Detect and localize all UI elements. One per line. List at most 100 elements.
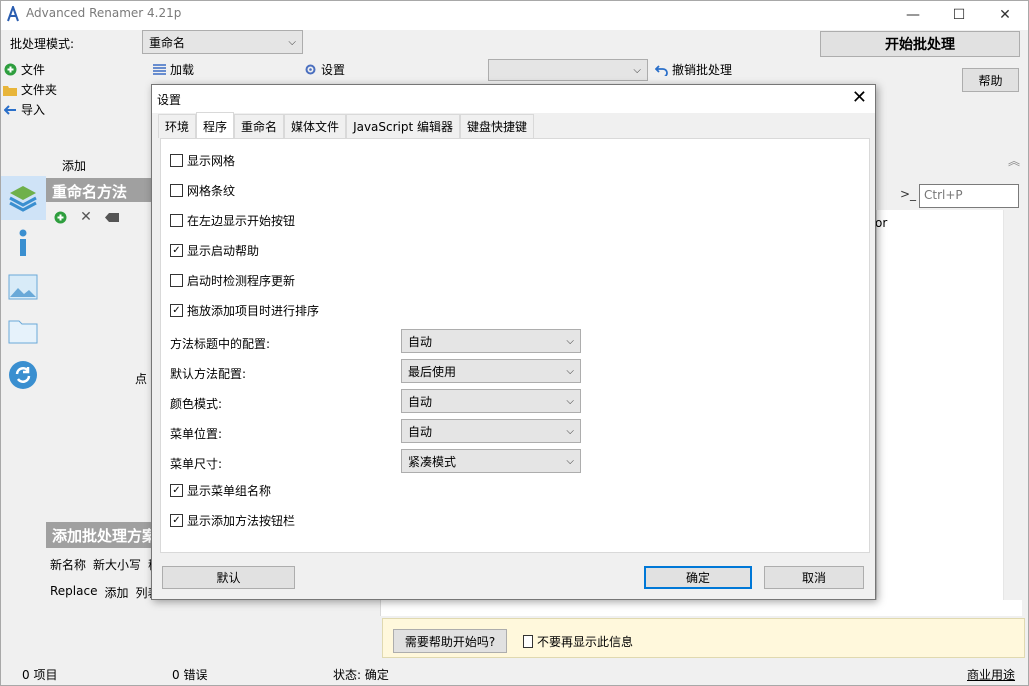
method-link-replace[interactable]: Replace — [50, 584, 97, 601]
color-mode-label: 颜色模式: — [170, 397, 223, 411]
add-method-label: 添加 — [62, 159, 87, 173]
settings-tabs: 环境 程序 重命名 媒体文件 JavaScript 编辑器 键盘快捷键 — [158, 112, 535, 138]
program-settings-panel: 显示网格 网格条纹 在左边显示开始按钮 ✓ 显示启动帮助 启动时检测程序更新 ✓… — [160, 138, 870, 553]
select-value: 自动 — [408, 424, 433, 439]
menu-size-select[interactable]: 紧凑模式 ⌵ — [401, 449, 581, 473]
list-icon — [152, 63, 166, 77]
batch-mode-select[interactable]: 重命名 ⌵ — [142, 30, 303, 54]
method-title-config-select[interactable]: 自动 ⌵ — [401, 329, 581, 353]
undo-batch-button[interactable]: 撤销批处理 — [654, 61, 732, 78]
load-label: 加载 — [170, 63, 195, 77]
checkbox-label: 显示网格 — [187, 154, 236, 168]
dont-show-again-checkbox[interactable]: 不要再显示此信息 — [523, 633, 633, 650]
check-updates-checkbox[interactable]: 启动时检测程序更新 — [170, 272, 295, 289]
folder-icon — [3, 83, 17, 97]
method-link-new-case[interactable]: 新大小写 — [93, 556, 141, 573]
cancel-button[interactable]: 取消 — [764, 566, 864, 589]
image-icon[interactable] — [6, 270, 40, 304]
toolbar-empty-select[interactable]: ⌵ — [488, 59, 648, 81]
load-button[interactable]: 加载 — [152, 61, 194, 78]
startup-help-bar: 需要帮助开始吗? 不要再显示此信息 — [382, 618, 1025, 658]
refresh-icon[interactable] — [6, 358, 40, 392]
default-method-config-label: 默认方法配置: — [170, 367, 247, 381]
gear-icon — [303, 63, 317, 77]
license-link[interactable]: 商业用途 — [967, 666, 1015, 683]
error-count: 0 错误 — [172, 668, 208, 682]
folder-view-icon[interactable] — [6, 314, 40, 348]
add-method-icon[interactable] — [53, 210, 67, 224]
column-header-fragment: or — [875, 216, 888, 230]
need-help-button[interactable]: 需要帮助开始吗? — [393, 629, 507, 653]
command-search-input[interactable]: Ctrl+P — [919, 184, 1019, 208]
command-search-placeholder: Ctrl+P — [924, 188, 963, 202]
method-link-list[interactable]: 列表 — [135, 584, 152, 601]
import-label: 导入 — [21, 103, 46, 117]
tab-environment[interactable]: 环境 — [158, 114, 197, 138]
help-button[interactable]: 帮助 — [962, 68, 1019, 92]
dialog-close-button[interactable]: ✕ — [852, 87, 867, 108]
select-value: 自动 — [408, 334, 433, 349]
settings-button[interactable]: 设置 — [303, 61, 345, 78]
remove-method-icon[interactable]: ✕ — [79, 209, 93, 225]
checkbox-label: 拖放添加项目时进行排序 — [187, 304, 320, 318]
select-value: 最后使用 — [408, 364, 457, 379]
minimize-button[interactable]: — — [890, 0, 936, 30]
clear-methods-icon[interactable] — [105, 210, 119, 224]
undo-icon — [654, 63, 668, 77]
chevron-down-icon: ⌵ — [288, 36, 296, 48]
checkmark-icon: ✓ — [170, 514, 183, 527]
method-link-add[interactable]: 添加 — [104, 584, 128, 601]
file-list-bottom — [380, 600, 1022, 616]
tab-media-files[interactable]: 媒体文件 — [284, 114, 347, 138]
dialog-title-bar: 设置 ✕ — [152, 85, 875, 113]
import-button[interactable]: 导入 — [3, 101, 45, 118]
dont-show-again-label: 不要再显示此信息 — [536, 635, 633, 649]
show-grid-checkbox[interactable]: 显示网格 — [170, 152, 235, 169]
tab-program[interactable]: 程序 — [196, 112, 235, 138]
collapse-chevron-icon[interactable]: ︽ — [1008, 152, 1020, 169]
show-startup-help-checkbox[interactable]: ✓ 显示启动帮助 — [170, 242, 259, 259]
file-list-scrollbar[interactable] — [1003, 210, 1022, 616]
chevron-down-icon: ⌵ — [566, 425, 574, 437]
close-button[interactable]: ✕ — [982, 0, 1028, 30]
ok-button[interactable]: 确定 — [644, 566, 752, 589]
add-folder-button[interactable]: 文件夹 — [3, 81, 57, 98]
checkbox-icon — [170, 154, 183, 167]
add-file-button[interactable]: 文件 — [3, 61, 45, 78]
chevron-down-icon: ⌵ — [566, 455, 574, 467]
checkbox-icon — [170, 214, 183, 227]
dialog-title: 设置 — [157, 93, 182, 107]
start-batch-button[interactable]: 开始批处理 — [820, 31, 1020, 57]
menu-position-label: 菜单位置: — [170, 427, 223, 441]
grid-stripes-checkbox[interactable]: 网格条纹 — [170, 182, 235, 199]
sort-on-drop-checkbox[interactable]: ✓ 拖放添加项目时进行排序 — [170, 302, 319, 319]
default-method-config-select[interactable]: 最后使用 ⌵ — [401, 359, 581, 383]
tab-keyboard-shortcuts[interactable]: 键盘快捷键 — [460, 114, 535, 138]
tab-rename[interactable]: 重命名 — [234, 114, 285, 138]
file-list-area[interactable]: or — [875, 210, 1022, 616]
batch-mode-label: 批处理模式: — [10, 37, 75, 51]
default-button[interactable]: 默认 — [162, 566, 295, 589]
checkbox-icon — [523, 635, 533, 648]
window-title: Advanced Renamer 4.21p — [26, 6, 182, 20]
status-bar: 0 项目 0 错误 状态: 确定 商业用途 — [0, 660, 1029, 686]
menu-position-select[interactable]: 自动 ⌵ — [401, 419, 581, 443]
checkmark-icon: ✓ — [170, 244, 183, 257]
checkbox-icon — [170, 274, 183, 287]
start-button-left-checkbox[interactable]: 在左边显示开始按钮 — [170, 212, 295, 229]
color-mode-select[interactable]: 自动 ⌵ — [401, 389, 581, 413]
checkbox-label: 网格条纹 — [187, 184, 236, 198]
method-link-new-name[interactable]: 新名称 — [50, 556, 86, 573]
checkbox-icon — [170, 184, 183, 197]
settings-label: 设置 — [321, 63, 346, 77]
add-batch-plan-header: 添加批处理方案 — [46, 522, 154, 548]
add-file-label: 文件 — [21, 63, 46, 77]
sidebar-item-methods[interactable] — [0, 176, 46, 220]
info-icon[interactable] — [6, 226, 40, 260]
title-bar: Advanced Renamer 4.21p — ☐ ✕ — [0, 0, 1029, 30]
show-add-method-bar-checkbox[interactable]: ✓ 显示添加方法按钮栏 — [170, 512, 295, 529]
show-menu-group-names-checkbox[interactable]: ✓ 显示菜单组名称 — [170, 482, 271, 499]
app-logo-icon — [6, 4, 20, 22]
maximize-button[interactable]: ☐ — [936, 0, 982, 30]
tab-javascript-editor[interactable]: JavaScript 编辑器 — [346, 114, 461, 138]
